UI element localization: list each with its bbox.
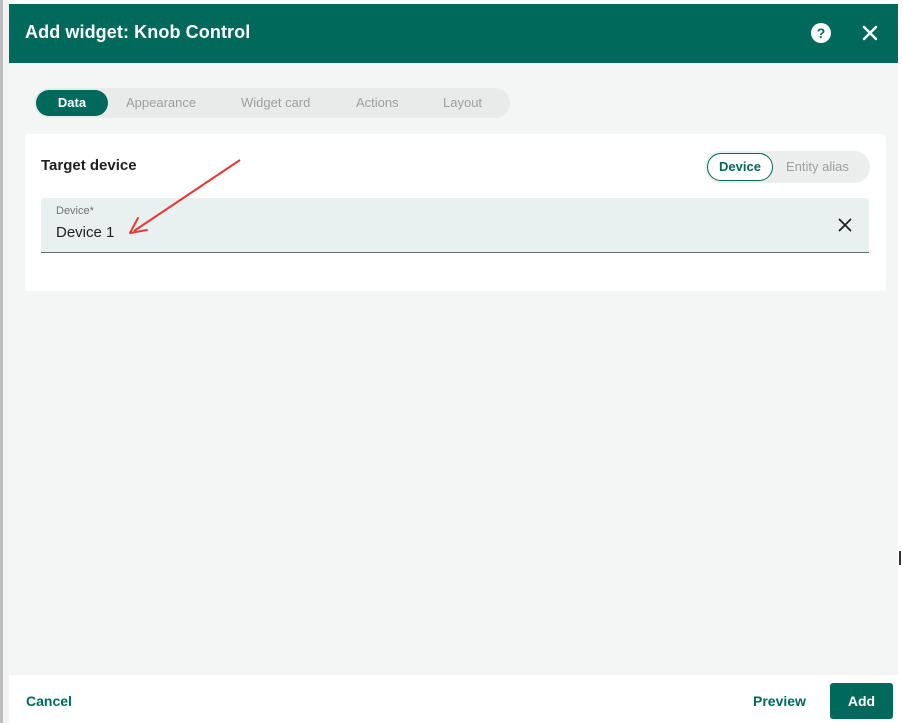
device-field-value[interactable]: Device 1 xyxy=(56,224,114,241)
toggle-device-option[interactable]: Device xyxy=(707,153,773,181)
add-widget-dialog: Add widget: Knob Control ? Data Appearan… xyxy=(9,0,902,723)
device-field[interactable]: Device* Device 1 xyxy=(41,198,869,253)
dialog-footer: Cancel Preview Add xyxy=(9,675,902,723)
add-button[interactable]: Add xyxy=(830,683,893,719)
tab-bar: Data Appearance Widget card Actions Layo… xyxy=(34,88,510,118)
dialog-title: Add widget: Knob Control xyxy=(25,22,251,42)
tab-layout[interactable]: Layout xyxy=(443,88,482,118)
help-icon[interactable]: ? xyxy=(811,23,831,43)
cursor-mark xyxy=(899,551,901,565)
backdrop-edge xyxy=(0,0,9,723)
target-device-card: Target device Device Entity alias Device… xyxy=(25,134,886,291)
preview-button[interactable]: Preview xyxy=(753,693,806,709)
cancel-button[interactable]: Cancel xyxy=(26,693,72,709)
tab-widget-card[interactable]: Widget card xyxy=(241,88,310,118)
toggle-entity-alias-option[interactable]: Entity alias xyxy=(786,151,849,183)
tab-actions[interactable]: Actions xyxy=(356,88,399,118)
clear-icon[interactable] xyxy=(835,215,855,235)
target-device-title: Target device xyxy=(41,157,137,174)
close-icon[interactable] xyxy=(857,20,883,46)
target-type-toggle: Device Entity alias xyxy=(705,151,870,183)
device-field-label: Device* xyxy=(56,205,94,217)
tab-data[interactable]: Data xyxy=(36,90,108,116)
tab-appearance[interactable]: Appearance xyxy=(126,88,196,118)
dialog-header: Add widget: Knob Control ? xyxy=(9,4,898,63)
